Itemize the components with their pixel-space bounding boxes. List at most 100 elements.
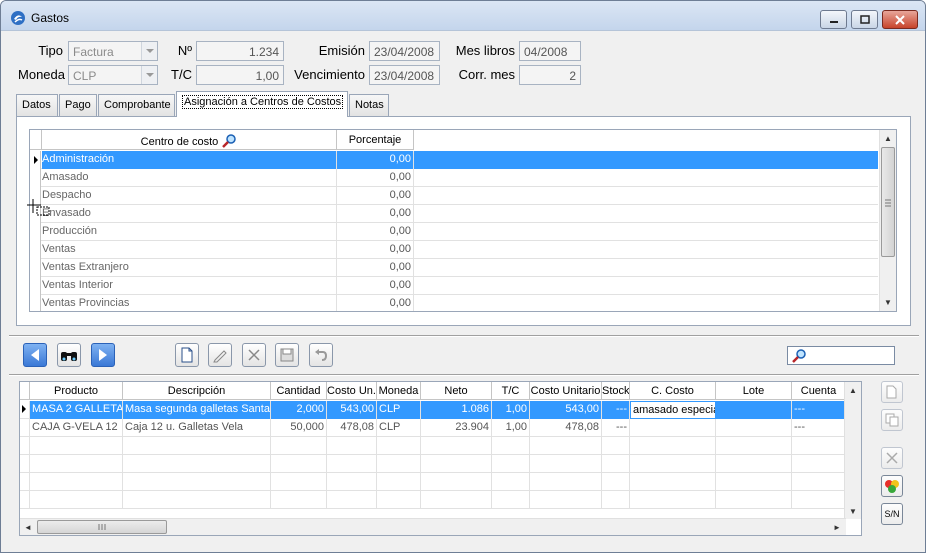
column-header-cantidad[interactable]: Cantidad [271,382,327,400]
cell-tc[interactable] [492,491,530,509]
empty-row[interactable] [20,455,846,473]
cell-lote[interactable] [716,401,792,419]
item-row[interactable]: MASA 2 GALLETA Masa segunda galletas Sant… [20,401,846,419]
cell-moneda[interactable]: CLP [377,401,421,419]
column-header-neto[interactable]: Neto [421,382,492,400]
cell-c-costo[interactable] [630,473,716,491]
chevron-down-icon[interactable] [141,42,157,60]
cell-descripcion[interactable]: Caja 12 u. Galletas Vela [123,419,271,437]
emision-field[interactable]: 23/04/2008 [369,41,440,61]
column-header-stock[interactable]: Stock [602,382,630,400]
row-indicator[interactable] [30,151,41,169]
cost-center-row[interactable]: Envasado 0,00 [30,205,878,223]
cell-producto[interactable] [30,473,123,491]
scroll-up-icon[interactable]: ▲ [845,382,861,398]
column-header-descripcion[interactable]: Descripción [123,382,271,400]
tipo-select[interactable]: Factura [68,41,158,61]
cell-descripcion[interactable] [123,437,271,455]
row-indicator[interactable] [30,277,41,295]
cell-moneda[interactable] [377,491,421,509]
cost-center-percent[interactable]: 0,00 [338,261,411,273]
previous-button[interactable] [23,343,47,367]
cell-cuenta[interactable] [792,491,846,509]
cell-stock[interactable] [602,437,630,455]
cell-tc[interactable] [492,455,530,473]
column-header-moneda[interactable]: Moneda [377,382,421,400]
vencimiento-field[interactable]: 23/04/2008 [369,65,440,85]
cell-costo-un[interactable]: 543,00 [327,401,377,419]
cell-descripcion[interactable]: Masa segunda galletas Santa [123,401,271,419]
cell-producto[interactable] [30,491,123,509]
cell-costo-un[interactable]: 478,08 [327,419,377,437]
column-header-cuenta[interactable]: Cuenta [792,382,846,400]
cell-costo-unitario[interactable] [530,455,602,473]
cell-lote[interactable] [716,437,792,455]
corr-mes-field[interactable]: 2 [519,65,581,85]
cost-center-row[interactable]: Ventas Interior 0,00 [30,277,878,295]
cell-cantidad[interactable] [271,455,327,473]
column-header-porcentaje[interactable]: Porcentaje [337,130,414,150]
scroll-thumb[interactable] [881,147,895,257]
cell-producto[interactable] [30,437,123,455]
next-button[interactable] [91,343,115,367]
cell-lote[interactable] [716,419,792,437]
tab-pago[interactable]: Pago [59,94,97,116]
tab-notas[interactable]: Notas [349,94,389,116]
tc-field[interactable]: 1,00 [196,65,284,85]
cell-descripcion[interactable] [123,491,271,509]
cost-center-row[interactable]: Producción 0,00 [30,223,878,241]
cell-costo-unitario[interactable]: 478,08 [530,419,602,437]
cell-tc[interactable] [492,473,530,491]
allocate-cost-center-button[interactable] [881,475,903,497]
cell-costo-unitario[interactable]: 543,00 [530,401,602,419]
cell-moneda[interactable] [377,455,421,473]
cell-cantidad[interactable] [271,437,327,455]
cost-center-row[interactable]: Ventas 0,00 [30,241,878,259]
cell-lote[interactable] [716,455,792,473]
column-header-centro[interactable]: Centro de costo [42,130,337,150]
mes-libros-field[interactable]: 04/2008 [519,41,581,61]
maximize-button[interactable] [851,10,878,29]
cost-center-row[interactable]: Administración 0,00 [30,151,878,169]
cell-costo-unitario[interactable] [530,437,602,455]
cell-descripcion[interactable] [123,455,271,473]
cell-costo-un[interactable] [327,491,377,509]
empty-row[interactable] [20,491,846,509]
cost-center-percent[interactable]: 0,00 [338,207,411,219]
cost-center-percent[interactable]: 0,00 [338,225,411,237]
search-button[interactable] [57,343,81,367]
cell-cuenta[interactable] [792,455,846,473]
cell-moneda[interactable]: CLP [377,419,421,437]
save-button[interactable] [275,343,299,367]
cell-costo-un[interactable] [327,473,377,491]
cell-c-costo[interactable] [630,491,716,509]
cell-cuenta[interactable]: --- [792,401,846,419]
copy-line-button[interactable] [881,409,903,431]
cell-neto[interactable] [421,491,492,509]
cell-cantidad[interactable] [271,473,327,491]
column-header-c-costo[interactable]: C. Costo [630,382,716,400]
cell-c-costo[interactable]: amasado especia [630,401,716,419]
cell-cantidad[interactable] [271,491,327,509]
cell-c-costo[interactable] [630,437,716,455]
cell-tc[interactable]: 1,00 [492,419,530,437]
scroll-thumb[interactable] [37,520,167,534]
items-hscrollbar[interactable]: ◄ ► [20,518,846,535]
cell-producto[interactable]: CAJA G-VELA 12 [30,419,123,437]
row-indicator[interactable] [30,223,41,241]
cell-neto[interactable]: 1.086 [421,401,492,419]
cost-center-vscrollbar[interactable]: ▲ ▼ [879,130,896,311]
cell-cantidad[interactable]: 2,000 [271,401,327,419]
numero-field[interactable]: 1.234 [196,41,284,61]
empty-row[interactable] [20,437,846,455]
remove-line-button[interactable] [881,447,903,469]
cost-center-row[interactable]: Amasado 0,00 [30,169,878,187]
row-indicator[interactable] [30,259,41,277]
cell-neto[interactable] [421,473,492,491]
row-indicator[interactable] [20,437,30,455]
cell-stock[interactable]: --- [602,401,630,419]
column-header-costo-unitario[interactable]: Costo Unitario [530,382,602,400]
cell-moneda[interactable] [377,437,421,455]
cell-lote[interactable] [716,473,792,491]
new-button[interactable] [175,343,199,367]
